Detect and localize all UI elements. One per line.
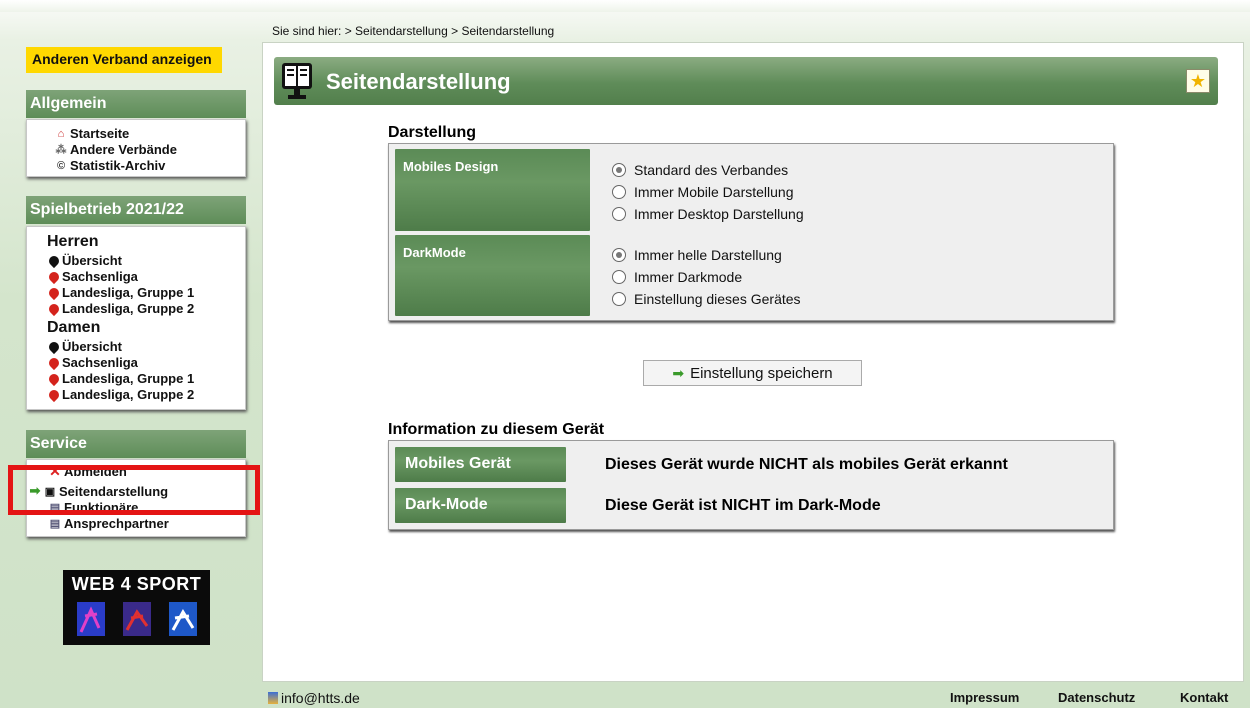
sidebar-box-allgemein: ⌂ Startseite ⁂ Andere Verbände © Statist… — [26, 119, 246, 177]
radio-button[interactable] — [612, 207, 626, 221]
arrow-right-icon: ➡ — [672, 364, 685, 381]
radio-desktop[interactable]: Immer Desktop Darstellung — [612, 206, 804, 222]
group-damen: Damen — [47, 319, 101, 336]
sidebar-item-herren-uebersicht[interactable]: Übersicht — [46, 253, 122, 268]
footer-kontakt-link[interactable]: Kontakt — [1180, 690, 1228, 705]
sidebar-item-herren-landesliga-2[interactable]: Landesliga, Gruppe 2 — [46, 301, 194, 316]
pin-icon — [46, 371, 62, 386]
pin-icon — [46, 269, 62, 284]
radio-mobile[interactable]: Immer Mobile Darstellung — [612, 184, 794, 200]
sidebar-item-herren-landesliga-1[interactable]: Landesliga, Gruppe 1 — [46, 285, 194, 300]
radio-helle[interactable]: Immer helle Darstellung — [612, 247, 782, 263]
mobiles-design-label: Mobiles Design — [395, 149, 590, 231]
sidebar-item-statistik[interactable]: © Statistik-Archiv — [55, 158, 165, 173]
sidebar-item-herren-sachsenliga[interactable]: Sachsenliga — [46, 269, 138, 284]
group-herren: Herren — [47, 233, 99, 250]
page-header: Seitendarstellung ★ — [274, 57, 1218, 105]
save-button[interactable]: ➡ Einstellung speichern — [643, 360, 862, 386]
footer-datenschutz-link[interactable]: Datenschutz — [1058, 690, 1135, 705]
darkmode-label: DarkMode — [395, 235, 590, 316]
radio-button[interactable] — [612, 185, 626, 199]
pin-icon — [46, 301, 62, 316]
archive-icon: © — [56, 159, 66, 172]
sidebar-head-service: Service — [26, 430, 246, 458]
sidebar-item-andere-verbaende[interactable]: ⁂ Andere Verbände — [55, 142, 177, 157]
radio-button[interactable] — [612, 270, 626, 284]
sidebar-item-damen-sachsenliga[interactable]: Sachsenliga — [46, 355, 138, 370]
web4sport-logo[interactable]: WEB 4 SPORT — [63, 570, 210, 645]
info-label-mobile: Mobiles Gerät — [395, 447, 566, 482]
switch-verband-button[interactable]: Anderen Verband anzeigen — [26, 47, 222, 73]
info-label-darkmode: Dark-Mode — [395, 488, 566, 523]
pin-icon — [46, 387, 62, 402]
pin-icon — [46, 355, 62, 370]
radio-button[interactable] — [612, 292, 626, 306]
user-icon — [268, 692, 278, 704]
radio-darkmode[interactable]: Immer Darkmode — [612, 269, 742, 285]
sidebar-box-spielbetrieb: Herren Übersicht Sachsenliga Landesliga,… — [26, 226, 246, 410]
hierarchy-icon: ⁂ — [55, 144, 67, 156]
darstellung-heading: Darstellung — [388, 124, 477, 141]
top-shade — [0, 0, 1250, 12]
footer-impressum-link[interactable]: Impressum — [950, 690, 1019, 705]
pin-icon — [46, 339, 62, 354]
footer-email[interactable]: info@htts.de — [268, 690, 360, 706]
info-value-darkmode: Diese Gerät ist NICHT im Dark-Mode — [605, 497, 881, 514]
sidebar-item-damen-landesliga-2[interactable]: Landesliga, Gruppe 2 — [46, 387, 194, 402]
page-title: Seitendarstellung — [326, 69, 511, 94]
breadcrumb: Sie sind hier: > Seitendarstellung > Sei… — [272, 24, 555, 38]
home-icon: ⌂ — [57, 127, 65, 140]
monitor-icon — [282, 63, 312, 99]
info-heading: Information zu diesem Gerät — [388, 421, 605, 438]
sidebar-item-damen-uebersicht[interactable]: Übersicht — [46, 339, 122, 354]
darstellung-box: Mobiles Design DarkMode Standard des Ver… — [388, 143, 1114, 321]
radio-standard-verband[interactable]: Standard des Verbandes — [612, 162, 788, 178]
sidebar-item-damen-landesliga-1[interactable]: Landesliga, Gruppe 1 — [46, 371, 194, 386]
pin-icon — [46, 253, 62, 268]
info-value-mobile: Dieses Gerät wurde NICHT als mobiles Ger… — [605, 456, 1008, 473]
info-box: Mobiles Gerät Dieses Gerät wurde NICHT a… — [388, 440, 1114, 530]
highlight-box — [8, 465, 260, 515]
radio-button[interactable] — [612, 163, 626, 177]
favorite-star-icon[interactable]: ★ — [1186, 69, 1210, 93]
radio-geraet[interactable]: Einstellung dieses Gerätes — [612, 291, 801, 307]
sidebar-head-allgemein: Allgemein — [26, 90, 246, 118]
sidebar-head-spielbetrieb: Spielbetrieb 2021/22 — [26, 196, 246, 224]
radio-button[interactable] — [612, 248, 626, 262]
sidebar-item-startseite[interactable]: ⌂ Startseite — [55, 126, 130, 141]
pin-icon — [46, 285, 62, 300]
sport-figures-icon — [77, 602, 197, 636]
sidebar-item-ansprechpartner[interactable]: ▤ Ansprechpartner — [49, 516, 169, 531]
contact-card-icon: ▤ — [49, 518, 61, 530]
